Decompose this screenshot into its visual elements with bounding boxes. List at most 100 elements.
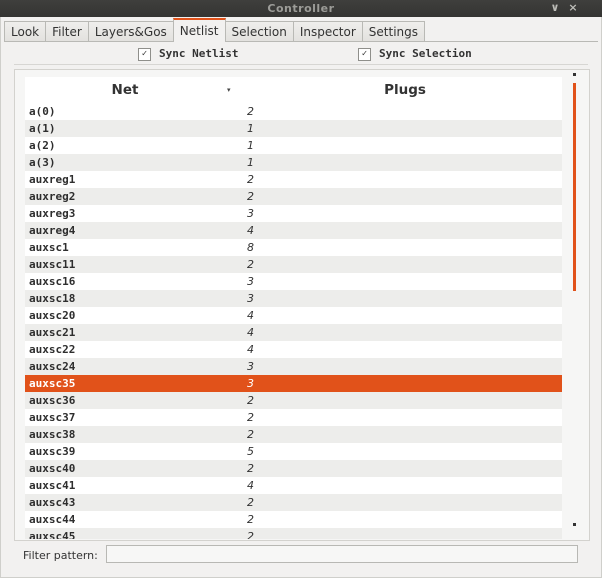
column-header-net[interactable]: Net [25,77,225,103]
net-name-cell: auxreg1 [29,173,76,186]
plugs-count-cell: 2 [247,173,254,186]
table-row[interactable]: auxsc39 5 [25,443,562,460]
tab-look[interactable]: Look [4,21,47,42]
controller-window: Look Filter Layers&Gos Netlist Selection… [0,17,602,578]
tab-settings[interactable]: Settings [361,21,426,42]
netlist-table: Net ▾ Plugs a(0) 2 a(1) 1 a(2) 1 a(3) 1 auxreg1 2… [25,77,562,539]
plugs-count-cell: 8 [247,241,254,254]
table-row[interactable]: auxsc37 2 [25,409,562,426]
minimize-icon[interactable]: ∨ [548,1,562,15]
plugs-count-cell: 4 [247,343,254,356]
filter-pattern-label: Filter pattern: [23,549,98,562]
net-name-cell: auxsc43 [29,496,76,509]
divider [14,64,588,65]
table-row-selected[interactable]: auxsc35 3 [25,375,562,392]
net-name-cell: auxsc11 [29,258,76,271]
scroll-up-icon[interactable] [573,73,576,76]
plugs-count-cell: 3 [247,292,254,305]
net-name-cell: auxsc1 [29,241,69,254]
scrollbar-thumb[interactable] [573,83,576,291]
vertical-scrollbar[interactable] [571,73,577,531]
checkbox-check-icon[interactable]: ✓ [358,47,371,61]
sync-selection-label: Sync Selection [379,47,472,60]
table-row[interactable]: auxsc22 4 [25,341,562,358]
net-name-cell: auxreg4 [29,224,76,237]
plugs-count-cell: 4 [247,224,254,237]
column-header-plugs[interactable]: Plugs [230,77,562,103]
net-name-cell: auxreg3 [29,207,76,220]
sync-netlist-checkbox[interactable]: ✓ Sync Netlist [138,47,238,61]
tab-inspector[interactable]: Inspector [292,21,363,42]
table-row[interactable]: auxsc21 4 [25,324,562,341]
checkbox-check-icon[interactable]: ✓ [138,47,151,61]
plugs-count-cell: 2 [247,462,254,475]
table-row[interactable]: auxreg2 2 [25,188,562,205]
tab-selection[interactable]: Selection [224,21,294,42]
table-row[interactable]: auxsc11 2 [25,256,562,273]
net-name-cell: a(1) [29,122,56,135]
net-name-cell: auxsc35 [29,377,76,390]
title-bar: Controller ∨ × [0,0,602,17]
table-row[interactable]: auxsc40 2 [25,460,562,477]
plugs-count-cell: 2 [247,105,254,118]
net-name-cell: auxreg2 [29,190,76,203]
net-name-cell: auxsc44 [29,513,76,526]
sync-netlist-label: Sync Netlist [159,47,239,60]
plugs-count-cell: 2 [247,190,254,203]
plugs-count-cell: 2 [247,258,254,271]
net-name-cell: a(0) [29,105,56,118]
table-row[interactable]: auxreg4 4 [25,222,562,239]
sync-selection-checkbox[interactable]: ✓ Sync Selection [358,47,472,61]
plugs-count-cell: 2 [247,394,254,407]
table-row[interactable]: a(0) 2 [25,103,562,120]
table-row[interactable]: auxreg1 2 [25,171,562,188]
table-row[interactable]: auxsc20 4 [25,307,562,324]
tab-netlist[interactable]: Netlist [172,18,226,42]
plugs-count-cell: 3 [247,360,254,373]
table-body: a(0) 2 a(1) 1 a(2) 1 a(3) 1 auxreg1 2 auxreg2 2 auxr… [25,103,562,539]
net-name-cell: auxsc41 [29,479,76,492]
plugs-count-cell: 2 [247,496,254,509]
table-row[interactable]: auxsc16 3 [25,273,562,290]
filter-pattern-input[interactable] [106,545,578,563]
net-name-cell: auxsc24 [29,360,76,373]
close-icon[interactable]: × [566,1,580,15]
net-name-cell: auxsc36 [29,394,76,407]
table-row[interactable]: auxsc44 2 [25,511,562,528]
net-name-cell: auxsc18 [29,292,76,305]
table-row[interactable]: auxsc45 2 [25,528,562,539]
plugs-count-cell: 3 [247,377,254,390]
plugs-count-cell: 2 [247,411,254,424]
tab-filter[interactable]: Filter [45,21,89,42]
net-name-cell: auxsc37 [29,411,76,424]
scroll-down-icon[interactable] [573,523,576,526]
plugs-count-cell: 4 [247,309,254,322]
table-row[interactable]: auxsc43 2 [25,494,562,511]
net-name-cell: a(3) [29,156,56,169]
net-name-cell: auxsc39 [29,445,76,458]
table-row[interactable]: auxsc41 4 [25,477,562,494]
table-row[interactable]: a(2) 1 [25,137,562,154]
table-row[interactable]: auxsc24 3 [25,358,562,375]
table-header: Net ▾ Plugs [25,77,562,103]
net-name-cell: auxsc45 [29,530,76,539]
table-row[interactable]: auxreg3 3 [25,205,562,222]
plugs-count-cell: 2 [247,428,254,441]
tab-layers-gos[interactable]: Layers&Gos [87,21,174,42]
table-row[interactable]: auxsc18 3 [25,290,562,307]
netlist-table-frame: Net ▾ Plugs a(0) 2 a(1) 1 a(2) 1 a(3) 1 auxreg1 2… [14,69,590,541]
plugs-count-cell: 3 [247,275,254,288]
tab-panel-border [4,41,598,42]
window-title: Controller [267,2,335,15]
plugs-count-cell: 3 [247,207,254,220]
table-row[interactable]: a(3) 1 [25,154,562,171]
net-name-cell: auxsc40 [29,462,76,475]
plugs-count-cell: 1 [247,139,254,152]
plugs-count-cell: 4 [247,326,254,339]
table-row[interactable]: auxsc1 8 [25,239,562,256]
net-name-cell: auxsc22 [29,343,76,356]
table-row[interactable]: a(1) 1 [25,120,562,137]
table-row[interactable]: auxsc36 2 [25,392,562,409]
table-row[interactable]: auxsc38 2 [25,426,562,443]
net-name-cell: a(2) [29,139,56,152]
